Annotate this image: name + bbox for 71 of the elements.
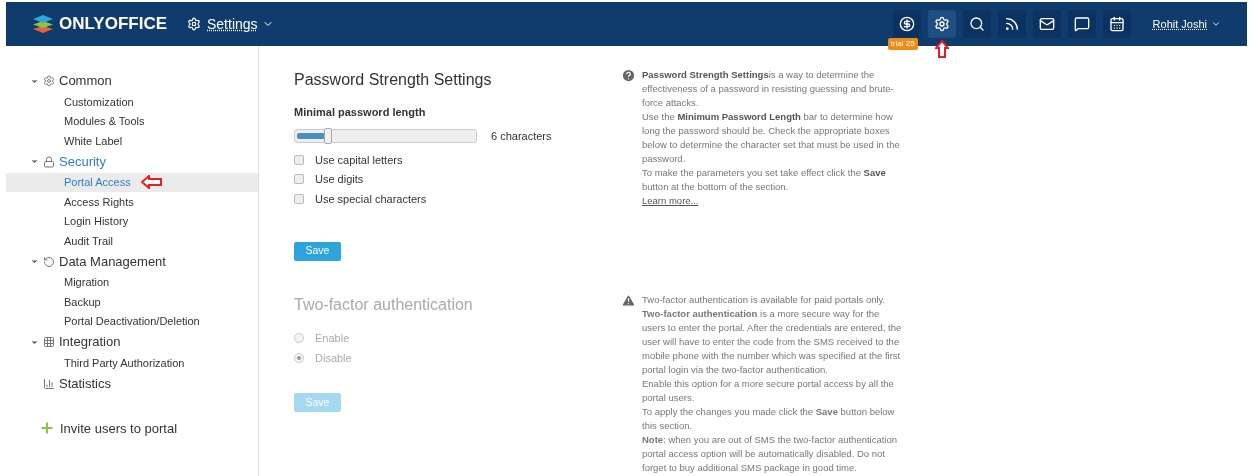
sidebar-item[interactable]: Modules & Tools (64, 113, 145, 130)
help-text: Two-factor authentication is available for paid portals only. (642, 293, 887, 308)
chat-icon (1073, 16, 1090, 32)
logo-icon (32, 14, 54, 34)
sidebar-group[interactable]: Security (59, 151, 106, 172)
help-text: Two-factor authentication is a more secure way for the users to enter the portal. After the credentials are entered, the user will have to enter the code from the SMS received to the mobile phone with the number which was specified at the first portal login via the two-factor authentication. (642, 307, 903, 378)
sidebar-item[interactable]: Migration (64, 274, 110, 291)
grid-icon (43, 336, 55, 348)
bar-chart-icon (43, 377, 55, 390)
restore-icon (43, 255, 55, 268)
sidebar-item[interactable]: Audit Trail (64, 232, 113, 249)
user-menu[interactable]: Rohit Joshi (1152, 15, 1221, 33)
dollar-icon (898, 16, 915, 32)
mail-icon (1038, 16, 1055, 32)
caret-icon[interactable] (30, 257, 39, 266)
settings-icon (933, 16, 950, 32)
caret-icon[interactable] (30, 157, 39, 166)
sidebar-item[interactable]: Customization (64, 93, 134, 110)
checkbox[interactable] (294, 193, 304, 204)
section-title: Two-factor authentication (294, 295, 474, 316)
learn-more-link[interactable]: Learn more... (642, 195, 699, 206)
sidebar-item[interactable]: Login History (64, 213, 129, 230)
trial-badge: trial 25 (887, 38, 918, 50)
settings-icon (187, 17, 201, 31)
toolbar-button[interactable] (997, 10, 1026, 38)
lock-icon (43, 155, 55, 168)
help-text: Note: when you are out of SMS the two-factor authentication portal access option will be automatically disabled. Do not forget to buy additional SMS package in good time. (642, 433, 899, 476)
sidebar-group[interactable]: Integration (59, 332, 121, 352)
checkbox-label: Use capital letters (315, 152, 403, 168)
sidebar-item[interactable]: White Label (64, 132, 123, 149)
help-icon (621, 68, 636, 83)
checkbox-label: Use special characters (315, 191, 427, 207)
help-text: Enable this option for a more secure portal access by all the portal users. (642, 377, 895, 406)
module-menu[interactable]: Settings (207, 13, 274, 35)
invite-link[interactable]: Invite users to portal (60, 418, 178, 438)
help-text: To apply the changes you made click the Save button below this section. (642, 405, 896, 434)
checkbox[interactable] (294, 174, 304, 185)
help-text: Use the Minimum Password Length bar to determine how long the password should be. Check the appropriate boxes below to determine the character set that must be used in the password. (642, 110, 901, 166)
sidebar-group[interactable]: Data Management (59, 251, 166, 272)
section-title: Password Strength Settings (294, 70, 493, 90)
toolbar-button[interactable] (1032, 10, 1061, 38)
help-text: To make the parameters you set take effect click the Save button at the bottom of the section. (642, 166, 887, 194)
sidebar-item[interactable]: Backup (64, 293, 101, 310)
sidebar-group[interactable]: Common (59, 71, 112, 91)
toolbar-button[interactable] (927, 10, 956, 38)
pointer-arrow-icon (140, 175, 163, 190)
checkbox-label: Use digits (315, 172, 364, 187)
radio-label: Enable (315, 330, 350, 346)
warning-icon (621, 293, 636, 309)
sidebar-group[interactable]: Statistics (59, 373, 111, 394)
slider-thumb[interactable] (324, 127, 333, 144)
feed-icon (1003, 16, 1020, 32)
toolbar-button[interactable] (962, 10, 991, 38)
search-icon (968, 16, 985, 32)
slider-track[interactable] (294, 128, 477, 143)
help-text: Password Strength Settingsis a way to determine the effectiveness of a password in resisting guessing and brute-force attacks. (642, 68, 895, 110)
calendar-icon (1108, 16, 1125, 32)
logo-text: ONLYOFFICE (59, 13, 167, 36)
toolbar-button[interactable] (1102, 10, 1131, 38)
gear-icon (43, 75, 55, 87)
radio-label: Disable (315, 350, 352, 366)
sidebar-item[interactable]: Access Rights (64, 193, 134, 210)
sidebar-item[interactable]: Third Party Authorization (64, 354, 185, 371)
sidebar-item[interactable]: Portal Deactivation/Deletion (64, 313, 200, 330)
caret-icon (1211, 19, 1221, 29)
toolbar-button[interactable] (1067, 10, 1096, 38)
field-label: Minimal password length (294, 105, 427, 120)
checkbox[interactable] (294, 154, 304, 165)
pointer-arrow-icon (934, 40, 949, 58)
toolbar-button[interactable] (892, 10, 921, 38)
slider-value: 6 characters (491, 128, 552, 144)
